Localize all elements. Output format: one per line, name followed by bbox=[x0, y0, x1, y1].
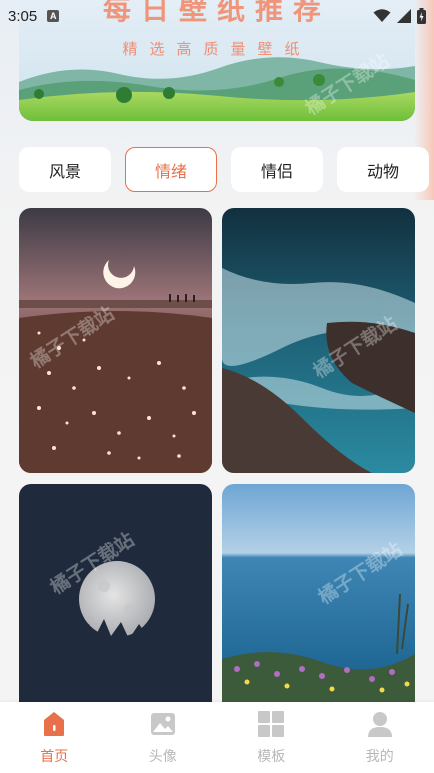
wifi-icon bbox=[373, 9, 391, 22]
nav-avatar-label: 头像 bbox=[148, 749, 177, 765]
nav-template[interactable]: 模板 bbox=[217, 702, 326, 773]
full-moon-dark-image bbox=[19, 484, 212, 714]
status-time: 3:05 bbox=[8, 7, 38, 25]
tab-scenery[interactable]: 风景 bbox=[19, 147, 111, 192]
cellular-signal-icon bbox=[397, 9, 411, 23]
moon-sea-night-image bbox=[19, 208, 212, 473]
nav-profile-label: 我的 bbox=[365, 749, 394, 765]
wallpaper-card[interactable]: 橘子下载站 bbox=[19, 484, 212, 714]
tab-couple[interactable]: 情侣 bbox=[231, 147, 323, 192]
grid-icon bbox=[258, 711, 285, 737]
nav-avatar[interactable]: 头像 bbox=[109, 702, 218, 773]
nav-template-label: 模板 bbox=[257, 749, 286, 765]
wallpaper-card[interactable]: 橘子下载站 bbox=[19, 208, 212, 473]
wallpaper-card[interactable]: 橘子下载站 bbox=[222, 208, 415, 473]
notification-app-icon: A bbox=[47, 10, 60, 22]
status-bar: 3:05 A bbox=[0, 0, 434, 32]
banner-subtitle: 精选高质量壁纸 bbox=[122, 40, 312, 58]
nav-home[interactable]: 首页 bbox=[0, 702, 109, 773]
status-indicators bbox=[373, 8, 426, 24]
nav-home-label: 首页 bbox=[40, 749, 69, 765]
home-icon bbox=[44, 712, 65, 736]
nav-profile[interactable]: 我的 bbox=[326, 702, 434, 773]
image-icon bbox=[150, 713, 175, 735]
tab-animal[interactable]: 动物 bbox=[337, 147, 429, 192]
bottom-navigation: 首页 头像 模板 我的 bbox=[0, 702, 434, 773]
tab-mood[interactable]: 情绪 bbox=[125, 147, 217, 192]
sea-flowers-image bbox=[222, 484, 415, 714]
user-icon bbox=[367, 712, 392, 737]
ocean-waves-rocks-image bbox=[222, 208, 415, 473]
wallpaper-card[interactable]: 橘子下载站 bbox=[222, 484, 415, 714]
category-tabs: 风景 情绪 情侣 动物 bbox=[19, 147, 434, 192]
battery-icon bbox=[417, 8, 426, 24]
